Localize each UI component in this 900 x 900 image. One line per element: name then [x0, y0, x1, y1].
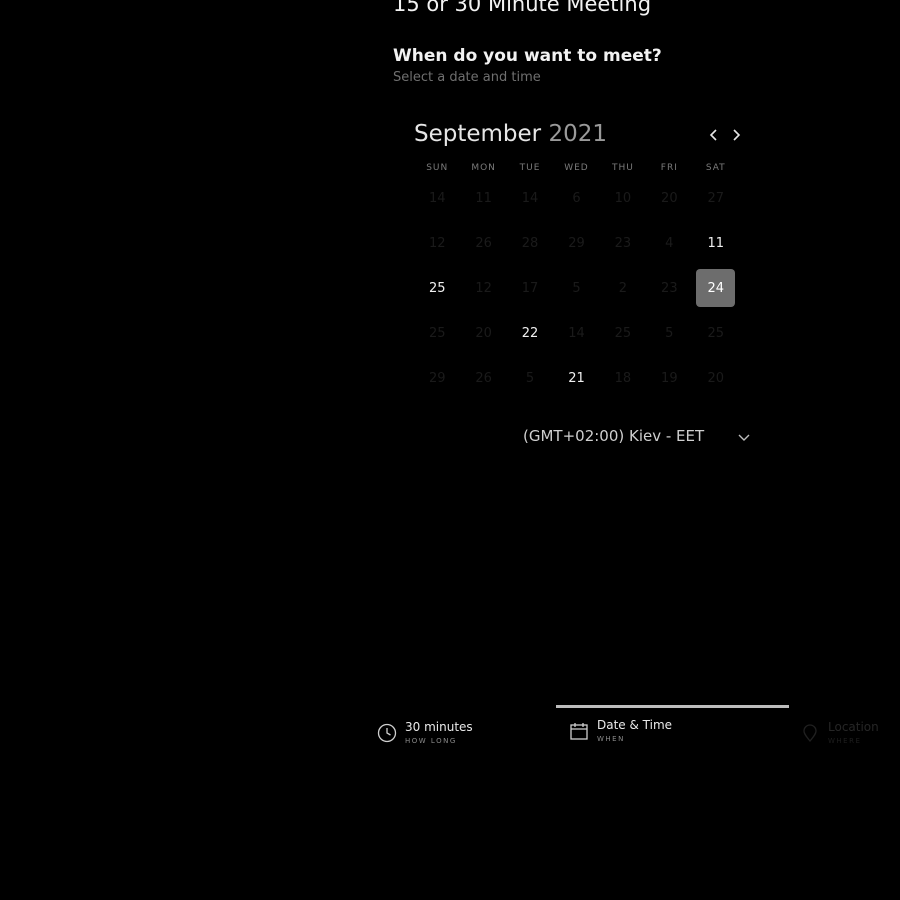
calendar-day: 12	[475, 280, 492, 296]
calendar-day: 5	[572, 280, 581, 296]
calendar-day: 5	[665, 325, 674, 341]
month-label: September	[414, 121, 542, 147]
calendar-week: 14 11 14 6 10 20 27	[414, 177, 739, 219]
calendar-day: 17	[521, 280, 539, 296]
calendar-day: 14	[521, 190, 539, 206]
clock-icon	[377, 723, 397, 743]
calendar-day-selected[interactable]: 24	[696, 269, 736, 307]
calendar-day: 23	[614, 235, 632, 251]
weekday-thu: THU	[611, 163, 634, 173]
tab-date-time-sub: WHEN	[597, 735, 625, 743]
calendar-day: 18	[614, 370, 632, 386]
calendar-day-available[interactable]: 21	[553, 359, 599, 397]
page-title: 15 or 30 Minute Meeting	[393, 0, 652, 16]
tab-location[interactable]: Location WHERE	[800, 720, 879, 745]
calendar-day: 20	[475, 325, 492, 341]
calendar-grid: SUN MON TUE WED THU FRI SAT 14 11 14 6 10 20 27 12 26 2…	[414, 163, 739, 399]
calendar-week: 25 12 17 5 2 23 24	[414, 267, 739, 309]
calendar-week: 29 26 5 21 18 19 20	[414, 357, 739, 399]
calendar-day-available[interactable]: 11	[693, 224, 739, 262]
calendar-day: 25	[707, 325, 725, 341]
tab-duration-label: 30 minutes	[405, 720, 473, 734]
calendar-day: 23	[661, 280, 678, 296]
calendar-day: 12	[428, 235, 446, 251]
weekday-wed: WED	[564, 163, 589, 173]
calendar-icon	[570, 723, 588, 740]
calendar-week: 12 26 28 29 23 4 11	[414, 222, 739, 264]
tab-date-time[interactable]: Date & Time WHEN	[569, 718, 672, 743]
calendar-day: 20	[707, 370, 725, 386]
calendar-day-available[interactable]: 22	[507, 314, 553, 352]
active-tab-indicator	[556, 705, 789, 708]
chevron-down-icon[interactable]	[737, 431, 751, 445]
weekday-sun: SUN	[426, 163, 449, 173]
calendar-day: 20	[661, 190, 678, 206]
timezone-select[interactable]: (GMT+02:00) Kiev - EET	[523, 427, 704, 445]
next-month-button[interactable]	[727, 126, 745, 144]
calendar-day: 14	[428, 190, 446, 206]
tab-location-sub: WHERE	[828, 737, 862, 745]
previous-month-button[interactable]	[705, 126, 723, 144]
year-label: 2021	[548, 121, 607, 147]
calendar-day: 14	[568, 325, 585, 341]
calendar-day: 5	[525, 370, 535, 386]
step-tabs: 30 minutes HOW LONG Date & Time WHEN Loc…	[0, 705, 900, 765]
calendar-day: 2	[618, 280, 628, 296]
tab-duration[interactable]: 30 minutes HOW LONG	[377, 720, 473, 745]
weekday-fri: FRI	[660, 163, 678, 173]
tab-duration-sub: HOW LONG	[405, 737, 457, 745]
chevron-right-icon	[733, 129, 741, 141]
location-icon	[803, 724, 817, 743]
calendar-day-available[interactable]: 25	[414, 269, 460, 307]
calendar-day: 19	[661, 370, 678, 386]
calendar-day: 27	[707, 190, 725, 206]
weekday-header: SUN MON TUE WED THU FRI SAT	[414, 163, 739, 173]
weekday-mon: MON	[471, 163, 496, 173]
month-year-label: September 2021	[414, 121, 607, 147]
calendar-day: 6	[572, 190, 581, 206]
calendar-day: 26	[475, 235, 492, 251]
calendar-day: 25	[428, 325, 446, 341]
calendar-day: 11	[475, 190, 492, 206]
section-heading: When do you want to meet?	[393, 46, 662, 66]
calendar-day: 29	[428, 370, 446, 386]
calendar-day: 25	[614, 325, 632, 341]
weekday-tue: TUE	[519, 163, 541, 173]
tab-location-label: Location	[828, 720, 879, 734]
calendar-day: 29	[568, 235, 585, 251]
calendar-day: 4	[665, 235, 674, 251]
section-hint: Select a date and time	[393, 70, 541, 85]
calendar-day: 28	[521, 235, 539, 251]
chevron-left-icon	[709, 129, 717, 141]
calendar-day: 26	[475, 370, 492, 386]
tab-date-time-label: Date & Time	[597, 718, 673, 732]
weekday-sat: SAT	[705, 163, 726, 173]
calendar-day: 10	[614, 190, 632, 206]
calendar-week: 25 20 22 14 25 5 25	[414, 312, 739, 354]
